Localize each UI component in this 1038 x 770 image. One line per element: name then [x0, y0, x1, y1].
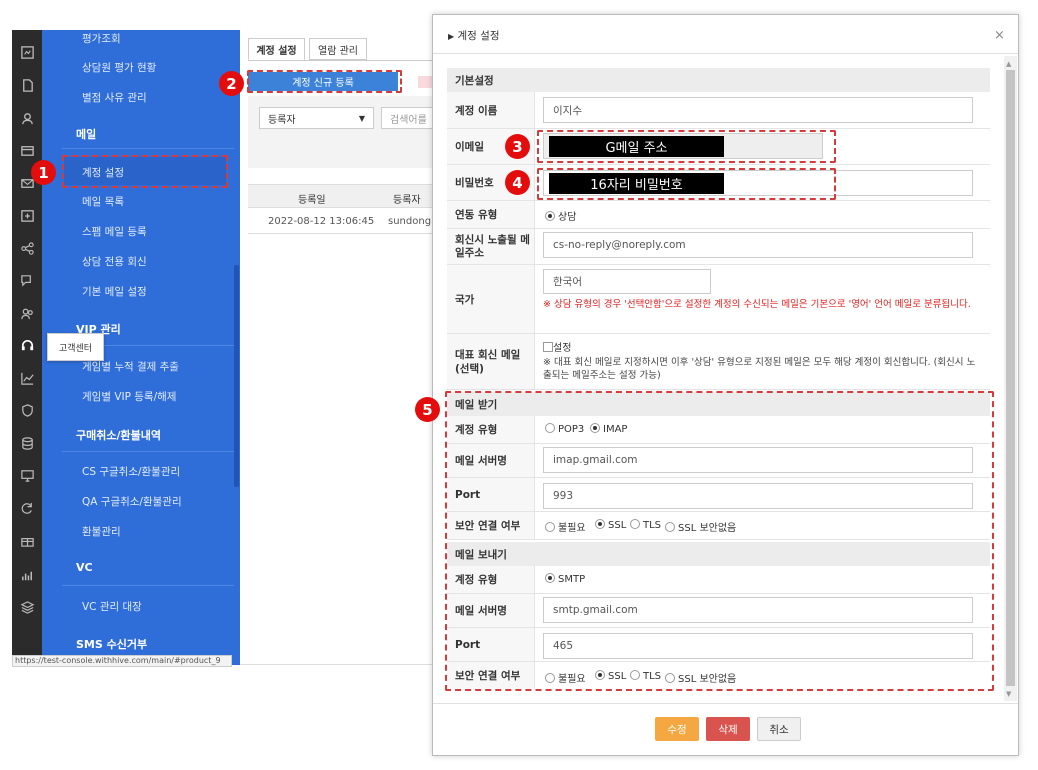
- label-link-type: 연동 유형: [447, 201, 535, 228]
- nav-mail-list[interactable]: 메일 목록: [82, 194, 124, 209]
- link-type-radio[interactable]: 상담: [545, 208, 576, 223]
- highlight-box: [247, 70, 402, 93]
- user-icon[interactable]: [18, 110, 36, 126]
- layers-icon[interactable]: [18, 599, 36, 615]
- highlight-box: [445, 391, 994, 691]
- nav-default-mail[interactable]: 기본 메일 설정: [82, 284, 147, 299]
- nav-vc-manage[interactable]: VC 관리 대장: [82, 599, 142, 614]
- card-icon[interactable]: [18, 142, 36, 158]
- label-representative-reply: 대표 회신 메일 (선택): [447, 334, 535, 389]
- cell-registrant: sundong: [388, 216, 432, 227]
- label-reply-address: 회신시 노출될 메일주소: [447, 229, 535, 264]
- icon-sidebar: [12, 30, 42, 665]
- registrant-select[interactable]: 등록자 ▼: [259, 107, 374, 129]
- gift-icon[interactable]: [18, 532, 36, 548]
- bar-chart-icon[interactable]: [18, 567, 36, 583]
- account-name-input[interactable]: 이지수: [543, 97, 973, 123]
- refresh-icon[interactable]: [18, 500, 36, 516]
- share-icon[interactable]: [18, 240, 36, 256]
- monitor-icon[interactable]: [18, 467, 36, 483]
- sidebar-scrollbar[interactable]: [234, 265, 239, 487]
- database-icon[interactable]: [18, 435, 36, 451]
- annotation-badge: 3: [505, 134, 530, 159]
- nav-qa-refund[interactable]: QA 구글취소/환불관리: [82, 494, 182, 509]
- edit-button[interactable]: 수정: [655, 717, 699, 741]
- nav-header-refund: 구매취소/환불내역: [76, 429, 161, 442]
- search-input[interactable]: 검색어를: [381, 107, 436, 129]
- button-fragment: [418, 76, 432, 88]
- annotation-badge: 2: [219, 71, 244, 96]
- nav-agent-eval[interactable]: 상담원 평가 현황: [82, 60, 156, 75]
- chat-icon[interactable]: [18, 272, 36, 288]
- modal-title-text: 계정 설정: [457, 30, 500, 42]
- highlight-box: [62, 155, 228, 188]
- country-note: ※ 상담 유형의 경우 '선택안함'으로 설정한 계정의 수신되는 메일은 기본…: [543, 299, 971, 310]
- nav-divider: [62, 585, 234, 586]
- chevron-down-icon: ▼: [358, 113, 365, 123]
- row-divider: [447, 389, 990, 390]
- country-select[interactable]: 한국어: [543, 269, 711, 294]
- table-header: 등록일 등록자: [248, 184, 436, 208]
- modal-scroll-thumb[interactable]: [1006, 70, 1015, 686]
- column-header-registrant: 등록자: [393, 195, 421, 206]
- nav-refund-manage[interactable]: 환불관리: [82, 524, 121, 539]
- tab-view-management[interactable]: 열람 관리: [309, 38, 367, 60]
- modal-title: ▶ 계정 설정: [448, 28, 499, 43]
- close-icon[interactable]: ×: [994, 28, 1005, 43]
- chart-icon[interactable]: [18, 370, 36, 386]
- tooltip: 고객센터: [47, 333, 104, 361]
- triangle-icon: ▶: [448, 32, 455, 41]
- nav-eval-inquiry[interactable]: 평가조회: [82, 31, 121, 46]
- headset-icon[interactable]: [18, 337, 36, 353]
- dashboard-icon[interactable]: [18, 44, 36, 60]
- column-header-date: 등록일: [298, 195, 326, 206]
- rep-reply-note: ※ 대표 회신 메일로 지정하시면 이후 '상담' 유형으로 지정된 메일은 모…: [543, 357, 976, 381]
- section-basic: 기본설정: [447, 68, 990, 92]
- highlight-box: [537, 130, 836, 163]
- highlight-box: [537, 168, 836, 200]
- delete-button[interactable]: 삭제: [706, 717, 750, 741]
- tab-underline: [248, 60, 433, 61]
- label-account-name: 계정 이름: [447, 92, 535, 128]
- modal-header-divider: [433, 53, 1018, 54]
- nav-cumulative-pay[interactable]: 게임별 누적 결제 추출: [82, 359, 179, 374]
- label-country: 국가: [447, 265, 535, 333]
- annotation-badge: 4: [505, 170, 530, 195]
- status-url: https://test-console.withhive.com/main/#…: [12, 655, 232, 667]
- scroll-up-icon[interactable]: ▲: [1006, 60, 1011, 68]
- shield-icon[interactable]: [18, 402, 36, 418]
- nav-header-vc: VC: [76, 561, 93, 574]
- nav-header-sms: SMS 수신거부: [76, 638, 148, 651]
- tab-account-settings[interactable]: 계정 설정: [248, 38, 305, 60]
- radio-selected-icon: [545, 211, 555, 221]
- checkbox-icon: [543, 342, 553, 352]
- annotation-badge: 1: [31, 160, 56, 185]
- nav-divider: [62, 451, 234, 452]
- checkbox-label: 설정: [553, 343, 572, 354]
- nav-vip-register[interactable]: 게임별 VIP 등록/해제: [82, 389, 176, 404]
- annotation-badge: 5: [415, 397, 440, 422]
- select-value: 등록자: [268, 114, 296, 126]
- cell-date: 2022-08-12 13:06:45: [268, 216, 375, 227]
- nav-low-score[interactable]: 별점 사유 관리: [82, 90, 147, 105]
- table-row[interactable]: 2022-08-12 13:06:45 sundong: [248, 208, 436, 234]
- rep-reply-checkbox[interactable]: 설정: [543, 339, 571, 354]
- nav-header-mail: 메일: [76, 128, 97, 141]
- scroll-down-icon[interactable]: ▼: [1006, 690, 1011, 698]
- content-bottom-line: [240, 664, 432, 665]
- nav-cs-refund[interactable]: CS 구글취소/환불관리: [82, 464, 180, 479]
- nav-spam-register[interactable]: 스팸 메일 등록: [82, 224, 147, 239]
- users-icon[interactable]: [18, 305, 36, 321]
- cancel-button[interactable]: 취소: [757, 717, 801, 741]
- link-type-label: 상담: [558, 212, 577, 223]
- document-icon[interactable]: [18, 77, 36, 93]
- nav-divider: [62, 148, 234, 149]
- add-box-icon[interactable]: [18, 207, 36, 223]
- reply-address-input[interactable]: cs-no-reply@noreply.com: [543, 232, 973, 258]
- nav-dedicated-reply[interactable]: 상담 전용 회신: [82, 254, 147, 269]
